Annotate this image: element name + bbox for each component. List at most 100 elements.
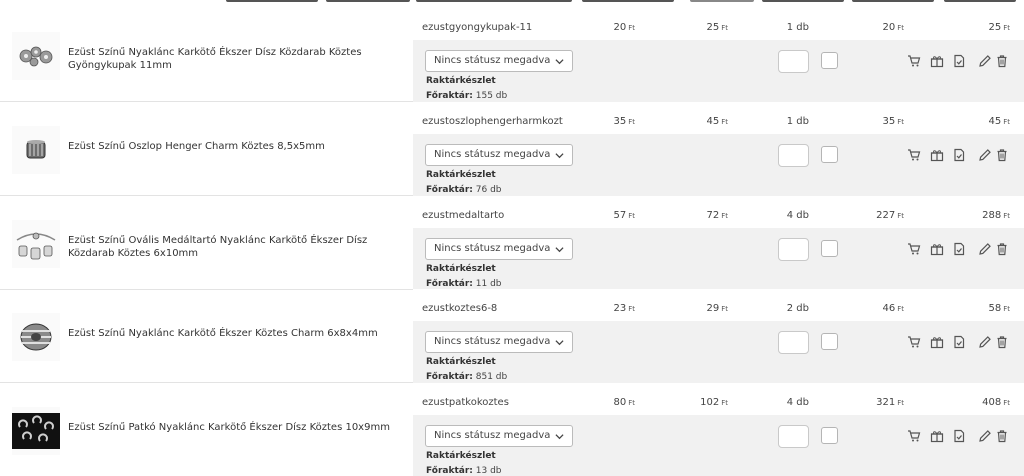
- table-row: Ezüst Színű Oszlop Henger Charm Köztes 8…: [0, 102, 1024, 196]
- edit-pencil-icon[interactable]: [978, 335, 992, 349]
- chevron-down-icon: [555, 59, 564, 65]
- document-check-icon[interactable]: [952, 429, 966, 443]
- warehouse-stock-value: 76 db: [475, 185, 502, 195]
- product-name[interactable]: Ezüst Színű Oszlop Henger Charm Köztes 8…: [68, 140, 413, 153]
- row-checkbox[interactable]: [821, 146, 838, 163]
- gift-box-icon[interactable]: [930, 429, 944, 443]
- warehouse-stock: Főraktár: 13 db: [426, 466, 502, 476]
- table-row: Ezüst Színű Ovális Medáltartó Nyaklánc K…: [0, 196, 1024, 290]
- gift-box-icon[interactable]: [930, 54, 944, 68]
- currency-label: Ft: [897, 399, 904, 407]
- tab-edge[interactable]: [326, 0, 410, 2]
- status-select-value: Nincs státusz megadva: [434, 336, 551, 347]
- quantity-input[interactable]: [778, 425, 809, 448]
- trash-icon[interactable]: [995, 148, 1009, 162]
- status-select[interactable]: Nincs státusz megadva: [425, 50, 573, 72]
- warehouse-stock-value: 155 db: [475, 91, 508, 101]
- line-total-net: 227 Ft: [876, 210, 904, 221]
- line-total-net: 321 Ft: [876, 397, 904, 408]
- status-select[interactable]: Nincs státusz megadva: [425, 238, 573, 260]
- gift-box-icon[interactable]: [930, 148, 944, 162]
- chevron-down-icon: [555, 247, 564, 253]
- trash-icon[interactable]: [995, 54, 1009, 68]
- edit-pencil-icon[interactable]: [978, 429, 992, 443]
- pendant-holder-icon: [16, 232, 56, 260]
- line-total-gross: 408 Ft: [982, 397, 1010, 408]
- document-check-icon[interactable]: [952, 148, 966, 162]
- product-name[interactable]: Ezüst Színű Nyaklánc Karkötő Ékszer Közt…: [68, 327, 413, 340]
- product-sku: ezustpatkokoztes: [422, 397, 509, 408]
- trash-icon[interactable]: [995, 242, 1009, 256]
- tab-edge[interactable]: [690, 0, 754, 2]
- cart-icon[interactable]: [907, 148, 921, 162]
- stock-heading: Raktárkészlet: [426, 76, 496, 86]
- product-sku: ezustkoztes6-8: [422, 303, 498, 314]
- horseshoe-icon: [12, 413, 60, 449]
- currency-label: Ft: [897, 24, 904, 32]
- status-select[interactable]: Nincs státusz megadva: [425, 425, 573, 447]
- warehouse-stock-value: 851 db: [475, 372, 508, 382]
- warehouse-label: Főraktár:: [426, 91, 473, 101]
- line-total-net: 46 Ft: [882, 303, 904, 314]
- quantity-input[interactable]: [778, 50, 809, 73]
- warehouse-stock: Főraktár: 11 db: [426, 279, 502, 289]
- line-total-gross: 25 Ft: [988, 22, 1010, 33]
- warehouse-stock: Főraktár: 76 db: [426, 185, 502, 195]
- tab-edge[interactable]: [852, 0, 934, 2]
- unit-price-gross: 72 Ft: [706, 210, 728, 221]
- gift-box-icon[interactable]: [930, 335, 944, 349]
- document-check-icon[interactable]: [952, 335, 966, 349]
- gift-box-icon[interactable]: [930, 242, 944, 256]
- quantity-input[interactable]: [778, 238, 809, 261]
- product-thumbnail[interactable]: [12, 220, 60, 268]
- cart-icon[interactable]: [907, 242, 921, 256]
- unit-price-net: 20 Ft: [613, 22, 635, 33]
- product-thumbnail[interactable]: [12, 126, 60, 174]
- product-thumbnail[interactable]: [12, 313, 60, 361]
- unit-price-gross: 102 Ft: [700, 397, 728, 408]
- status-select[interactable]: Nincs státusz megadva: [425, 144, 573, 166]
- cart-icon[interactable]: [907, 429, 921, 443]
- tab-edge[interactable]: [944, 0, 1016, 2]
- tab-edge[interactable]: [416, 0, 572, 2]
- line-total-gross: 45 Ft: [988, 116, 1010, 127]
- cylinder-charm-icon: [26, 140, 46, 159]
- trash-icon[interactable]: [995, 335, 1009, 349]
- product-name[interactable]: Ezüst Színű Patkó Nyaklánc Karkötő Éksze…: [68, 421, 413, 434]
- warehouse-label: Főraktár:: [426, 279, 473, 289]
- table-row: Ezüst Színű Nyaklánc Karkötő Ékszer Dísz…: [0, 8, 1024, 102]
- quantity: 1 db: [786, 22, 809, 33]
- warehouse-label: Főraktár:: [426, 372, 473, 382]
- chevron-down-icon: [555, 340, 564, 346]
- row-checkbox[interactable]: [821, 427, 838, 444]
- currency-label: Ft: [1003, 118, 1010, 126]
- row-checkbox[interactable]: [821, 52, 838, 69]
- tab-edge[interactable]: [582, 0, 674, 2]
- unit-price-net: 35 Ft: [613, 116, 635, 127]
- edit-pencil-icon[interactable]: [978, 54, 992, 68]
- tab-edge[interactable]: [226, 0, 318, 2]
- currency-label: Ft: [721, 118, 728, 126]
- cart-icon[interactable]: [907, 54, 921, 68]
- product-thumbnail[interactable]: [12, 32, 60, 80]
- row-checkbox[interactable]: [821, 333, 838, 350]
- currency-label: Ft: [897, 212, 904, 220]
- product-name[interactable]: Ezüst Színű Ovális Medáltartó Nyaklánc K…: [68, 234, 413, 260]
- stock-heading: Raktárkészlet: [426, 264, 496, 274]
- status-select[interactable]: Nincs státusz megadva: [425, 331, 573, 353]
- edit-pencil-icon[interactable]: [978, 148, 992, 162]
- document-check-icon[interactable]: [952, 242, 966, 256]
- row-checkbox[interactable]: [821, 240, 838, 257]
- stock-heading: Raktárkészlet: [426, 357, 496, 367]
- trash-icon[interactable]: [995, 429, 1009, 443]
- product-thumbnail[interactable]: [12, 407, 60, 455]
- quantity-input[interactable]: [778, 144, 809, 167]
- cart-icon[interactable]: [907, 335, 921, 349]
- currency-label: Ft: [628, 212, 635, 220]
- document-check-icon[interactable]: [952, 54, 966, 68]
- tab-edge[interactable]: [762, 0, 844, 2]
- edit-pencil-icon[interactable]: [978, 242, 992, 256]
- product-name[interactable]: Ezüst Színű Nyaklánc Karkötő Ékszer Dísz…: [68, 46, 413, 72]
- quantity-input[interactable]: [778, 331, 809, 354]
- unit-price-gross: 25 Ft: [706, 22, 728, 33]
